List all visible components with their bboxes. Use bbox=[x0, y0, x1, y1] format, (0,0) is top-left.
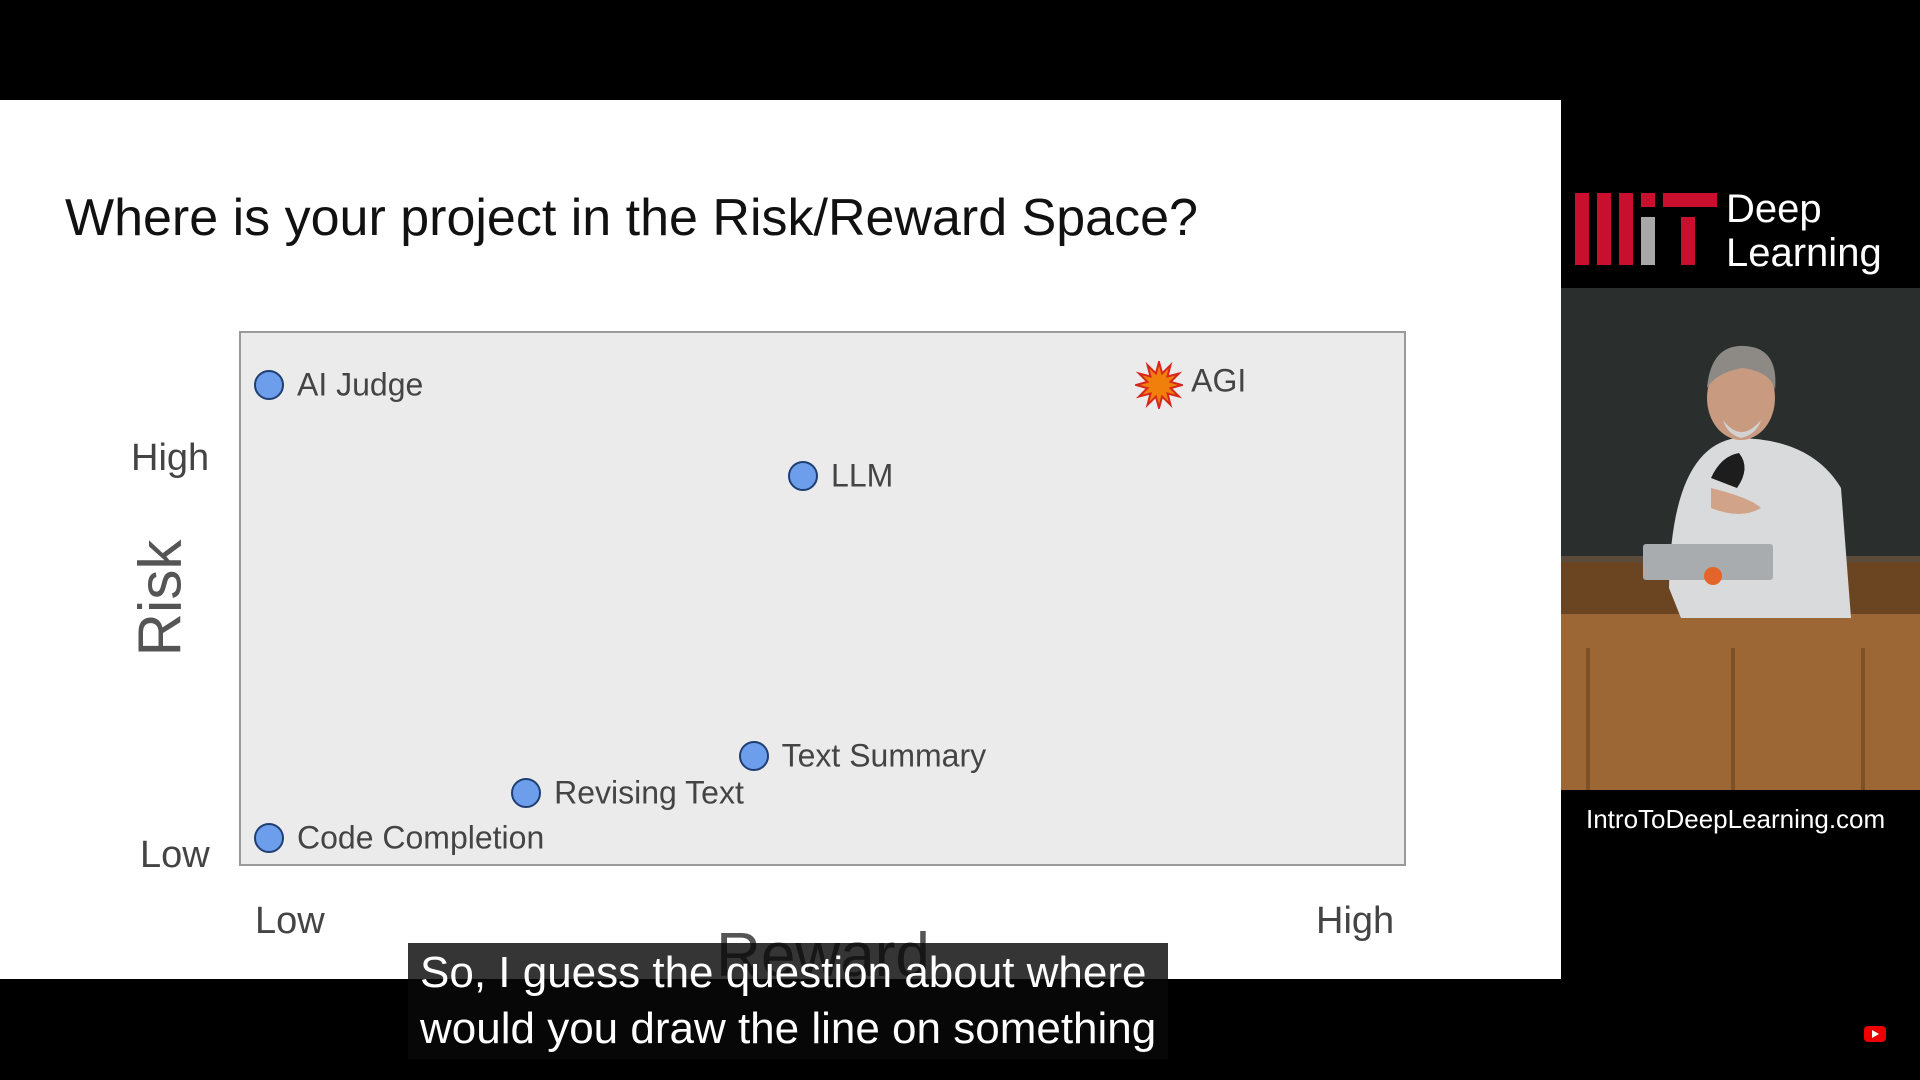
point-marker-agi bbox=[1135, 361, 1184, 409]
y-tick-high: High bbox=[131, 437, 210, 479]
point-label-agi: AGI bbox=[1191, 362, 1247, 399]
plot-area: AI Judge AGI LLM Text Summary Revising Text C… bbox=[239, 331, 1406, 866]
logo-text: Deep Learning bbox=[1726, 187, 1882, 275]
y-axis-title: Risk bbox=[126, 539, 194, 657]
point-label-text-summary: Text Summary bbox=[781, 737, 987, 774]
y-tick-low: Low bbox=[140, 834, 210, 876]
point-marker-llm bbox=[788, 460, 819, 491]
x-tick-high: High bbox=[1316, 900, 1395, 942]
course-website: IntroToDeepLearning.com bbox=[1586, 804, 1886, 834]
lecture-slide: Where is your project in the Risk/Reward… bbox=[0, 100, 1561, 990]
point-label-llm: LLM bbox=[831, 457, 894, 494]
youtube-subscribe-icon[interactable] bbox=[1864, 1026, 1886, 1042]
x-tick-low: Low bbox=[255, 900, 325, 942]
logo-line-learning: Learning bbox=[1726, 231, 1882, 275]
point-marker-ai-judge bbox=[254, 370, 284, 400]
logo-line-deep: Deep bbox=[1726, 187, 1822, 231]
point-marker-text-summary bbox=[738, 741, 769, 772]
lecturer-picture bbox=[1561, 288, 1920, 790]
point-marker-revising-text bbox=[511, 777, 542, 808]
subtitle-captions: So, I guess the question about where wou… bbox=[408, 943, 1169, 1059]
speaker-video bbox=[1561, 288, 1920, 790]
mit-deep-learning-logo: Deep Learning bbox=[1561, 175, 1920, 287]
caption-line-1: So, I guess the question about where bbox=[420, 948, 1147, 997]
caption-line-2: would you draw the line on something bbox=[420, 1004, 1157, 1053]
video-frame: Where is your project in the Risk/Reward… bbox=[0, 0, 1920, 1080]
point-marker-code-completion bbox=[254, 823, 284, 853]
point-label-ai-judge: AI Judge bbox=[297, 366, 424, 403]
slide-title: Where is your project in the Risk/Reward… bbox=[65, 189, 1198, 247]
point-label-revising-text: Revising Text bbox=[554, 774, 744, 811]
mit-logo-icon bbox=[1575, 193, 1717, 265]
point-label-code-completion: Code Completion bbox=[297, 819, 545, 856]
